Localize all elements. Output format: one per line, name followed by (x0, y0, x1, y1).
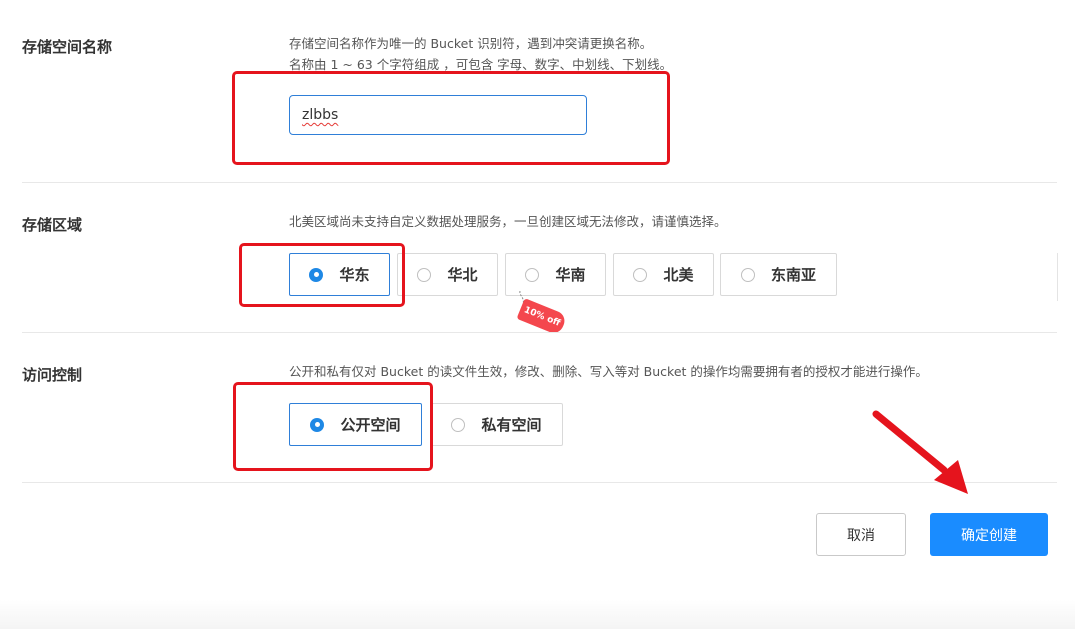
region-description: 北美区域尚未支持自定义数据处理服务，一旦创建区域无法修改，请谨慎选择。 (289, 214, 727, 229)
region-option-label: 华北 (447, 266, 478, 284)
radio-unselected-icon (417, 267, 432, 282)
discount-tag: 10% off (516, 298, 568, 336)
divider (22, 332, 1057, 333)
radio-unselected-icon (633, 267, 648, 282)
annotation-box-region (239, 243, 405, 307)
bucket-name-description: 存储空间名称作为唯一的 Bucket 识别符，遇到冲突请更换名称。 名称由 1 … (289, 33, 672, 75)
radio-unselected-icon (740, 267, 755, 282)
region-option-label: 北美 (663, 266, 694, 284)
region-option-huabei[interactable]: 华北 (397, 253, 498, 296)
confirm-create-button[interactable]: 确定创建 (930, 513, 1048, 556)
region-option-huanan[interactable]: 华南 (505, 253, 606, 296)
access-option-private[interactable]: 私有空间 (430, 403, 563, 446)
bottom-fade (0, 600, 1075, 629)
annotation-box-name (232, 71, 670, 165)
bucket-name-desc-line1: 存储空间名称作为唯一的 Bucket 识别符，遇到冲突请更换名称。 (289, 36, 653, 51)
bucket-name-label: 存储空间名称 (22, 38, 113, 56)
region-option-label: 东南亚 (770, 266, 816, 284)
radio-unselected-icon (525, 267, 540, 282)
region-option-label: 华南 (555, 266, 586, 284)
region-option-dongnanya[interactable]: 东南亚 (720, 253, 837, 296)
access-description: 公开和私有仅对 Bucket 的读文件生效，修改、删除、写入等对 Bucket … (289, 364, 928, 379)
access-option-label: 私有空间 (481, 416, 542, 434)
red-arrow-icon (872, 410, 968, 494)
region-scroll-edge (1057, 253, 1058, 301)
annotation-box-access (233, 382, 433, 471)
region-label: 存储区域 (22, 216, 83, 234)
divider (22, 182, 1057, 183)
region-option-beimei[interactable]: 北美 (613, 253, 714, 296)
cancel-button[interactable]: 取消 (816, 513, 906, 556)
access-label: 访问控制 (22, 366, 83, 384)
radio-unselected-icon (451, 417, 466, 432)
